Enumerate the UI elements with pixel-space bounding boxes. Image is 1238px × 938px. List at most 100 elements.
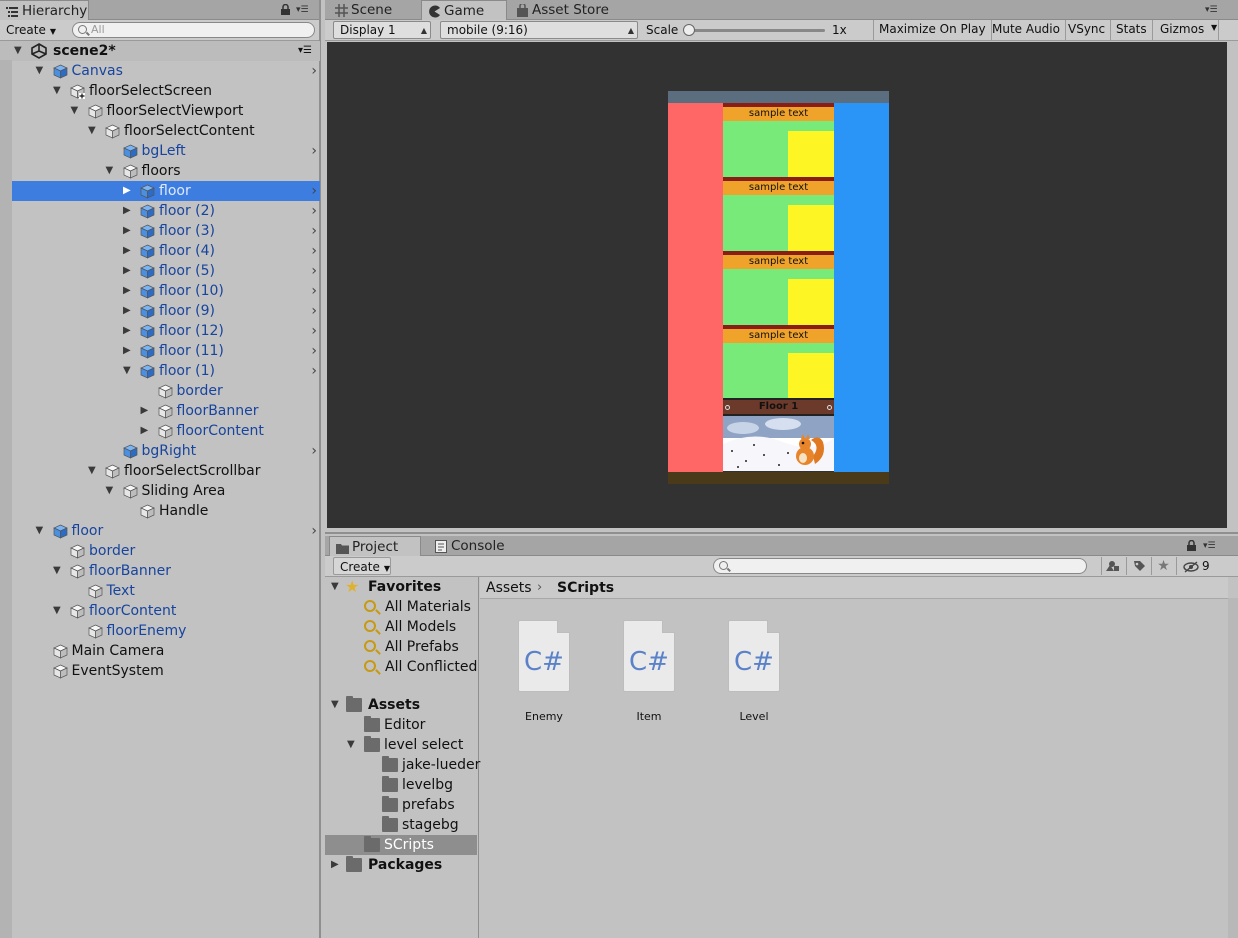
prefab-open-chevron-icon[interactable]: › <box>311 201 317 221</box>
asset-folder-item[interactable]: stagebg <box>325 815 477 835</box>
gizmos-button[interactable]: Gizmos <box>1155 20 1220 40</box>
favorite-item[interactable]: All Conflicted <box>325 657 477 677</box>
hierarchy-item[interactable]: Main Camera <box>0 641 320 661</box>
hierarchy-item[interactable]: ▼ Sliding Area <box>0 481 320 501</box>
tab-console[interactable]: Console <box>429 536 525 556</box>
mute-audio-button[interactable]: Mute Audio <box>987 20 1066 40</box>
hierarchy-item[interactable]: Text <box>0 581 320 601</box>
fold-arrow-icon[interactable]: ▶ <box>141 421 153 441</box>
fold-arrow-icon[interactable]: ▼ <box>14 41 22 61</box>
favorite-item[interactable]: All Prefabs <box>325 637 477 657</box>
project-search-input[interactable] <box>713 558 1087 574</box>
scene-row[interactable]: ▼ scene2* ▾☰ <box>0 41 320 61</box>
prefab-open-chevron-icon[interactable]: › <box>311 521 317 541</box>
packages-header[interactable]: ▶ Packages <box>325 855 477 875</box>
favorites-header[interactable]: ▼ ★ Favorites <box>325 577 477 597</box>
fold-arrow-icon[interactable]: ▼ <box>331 577 339 597</box>
create-button[interactable]: Create ▼ <box>2 21 58 39</box>
hierarchy-item[interactable]: ▶ floorContent <box>0 421 320 441</box>
hierarchy-item[interactable]: ▶ floor (3) › <box>0 221 320 241</box>
hierarchy-item[interactable]: ▼ floorSelectContent <box>0 121 320 141</box>
stats-button[interactable]: Stats <box>1111 20 1153 40</box>
fold-arrow-icon[interactable]: ▼ <box>88 461 100 481</box>
hierarchy-item[interactable]: ▶ floor (12) › <box>0 321 320 341</box>
scene-menu-icon[interactable]: ▾☰ <box>298 41 312 61</box>
display-dropdown[interactable]: Display 1 ▲ <box>333 21 431 39</box>
hierarchy-search-input[interactable]: All <box>72 22 315 38</box>
fold-arrow-icon[interactable]: ▼ <box>53 81 65 101</box>
asset-folder-item[interactable]: levelbg <box>325 775 477 795</box>
hierarchy-item[interactable]: bgRight › <box>0 441 320 461</box>
hierarchy-item[interactable]: ▶ floor (11) › <box>0 341 320 361</box>
fold-arrow-icon[interactable]: ▼ <box>123 361 135 381</box>
script-asset[interactable]: C# Enemy <box>494 620 594 723</box>
prefab-open-chevron-icon[interactable]: › <box>311 221 317 241</box>
fold-arrow-icon[interactable]: ▶ <box>123 221 135 241</box>
hierarchy-item[interactable]: ▼ floors <box>0 161 320 181</box>
fold-arrow-icon[interactable]: ▶ <box>123 301 135 321</box>
hierarchy-item[interactable]: EventSystem <box>0 661 320 681</box>
prefab-open-chevron-icon[interactable]: › <box>311 141 317 161</box>
tab-scene[interactable]: Scene <box>329 0 419 20</box>
filter-by-type-button[interactable] <box>1101 557 1125 575</box>
hierarchy-item[interactable]: ▶ floor (9) › <box>0 301 320 321</box>
script-asset[interactable]: C# Item <box>599 620 699 723</box>
favorites-star-button[interactable]: ★ <box>1151 557 1175 575</box>
prefab-open-chevron-icon[interactable]: › <box>311 181 317 201</box>
fold-arrow-icon[interactable]: ▼ <box>106 481 118 501</box>
fold-arrow-icon[interactable]: ▶ <box>123 201 135 221</box>
fold-arrow-icon[interactable]: ▼ <box>53 561 65 581</box>
hierarchy-item[interactable]: ▼ floorContent <box>0 601 320 621</box>
vsync-button[interactable]: VSync <box>1063 20 1112 40</box>
fold-arrow-icon[interactable]: ▼ <box>53 601 65 621</box>
hierarchy-item[interactable]: ▶ floor (5) › <box>0 261 320 281</box>
hierarchy-item[interactable]: border <box>0 381 320 401</box>
asset-folder-item[interactable]: SCripts <box>325 835 477 855</box>
fold-arrow-icon[interactable]: ▶ <box>123 321 135 341</box>
hierarchy-item[interactable]: ▼ floorBanner <box>0 561 320 581</box>
fold-arrow-icon[interactable]: ▶ <box>123 241 135 261</box>
fold-arrow-icon[interactable]: ▼ <box>347 735 355 755</box>
tab-asset-store[interactable]: Asset Store <box>510 0 630 20</box>
fold-arrow-icon[interactable]: ▼ <box>88 121 100 141</box>
fold-arrow-icon[interactable]: ▼ <box>36 521 48 541</box>
asset-folder-item[interactable]: prefabs <box>325 795 477 815</box>
assets-header[interactable]: ▼ Assets <box>325 695 477 715</box>
prefab-open-chevron-icon[interactable]: › <box>311 361 317 381</box>
hierarchy-item[interactable]: ▶ floor (4) › <box>0 241 320 261</box>
fold-arrow-icon[interactable]: ▼ <box>106 161 118 181</box>
asset-folder-item[interactable]: ▼ level select <box>325 735 477 755</box>
hierarchy-scrollbar[interactable] <box>0 60 12 938</box>
fold-arrow-icon[interactable]: ▶ <box>331 855 339 875</box>
prefab-open-chevron-icon[interactable]: › <box>311 61 317 81</box>
scale-slider-thumb[interactable] <box>683 24 695 36</box>
prefab-open-chevron-icon[interactable]: › <box>311 441 317 461</box>
hierarchy-item[interactable]: ▼ floorSelectScreen <box>0 81 320 101</box>
hierarchy-item[interactable]: border <box>0 541 320 561</box>
fold-arrow-icon[interactable]: ▶ <box>141 401 153 421</box>
lock-icon[interactable] <box>281 3 290 15</box>
project-scrollbar[interactable] <box>1228 598 1238 938</box>
hierarchy-item[interactable]: Handle <box>0 501 320 521</box>
fold-arrow-icon[interactable]: ▶ <box>123 181 135 201</box>
fold-arrow-icon[interactable]: ▼ <box>71 101 83 121</box>
hierarchy-item[interactable]: ▶ floor (10) › <box>0 281 320 301</box>
fold-arrow-icon[interactable]: ▶ <box>123 341 135 361</box>
breadcrumb-assets[interactable]: Assets <box>486 577 532 599</box>
prefab-open-chevron-icon[interactable]: › <box>311 261 317 281</box>
lock-icon[interactable] <box>1187 539 1196 551</box>
hierarchy-item[interactable]: ▼ Canvas › <box>0 61 320 81</box>
fold-arrow-icon[interactable]: ▶ <box>123 261 135 281</box>
panel-menu-icon[interactable]: ▾☰ <box>296 5 309 15</box>
tab-hierarchy[interactable]: Hierarchy <box>0 0 89 21</box>
prefab-open-chevron-icon[interactable]: › <box>311 341 317 361</box>
script-asset[interactable]: C# Level <box>704 620 804 723</box>
hierarchy-item[interactable]: floorEnemy <box>0 621 320 641</box>
prefab-open-chevron-icon[interactable]: › <box>311 241 317 261</box>
prefab-open-chevron-icon[interactable]: › <box>311 321 317 341</box>
maximize-on-play-button[interactable]: Maximize On Play <box>874 20 992 40</box>
hierarchy-item[interactable]: ▶ floorBanner <box>0 401 320 421</box>
hierarchy-item[interactable]: ▼ floorSelectViewport <box>0 101 320 121</box>
hierarchy-item[interactable]: bgLeft › <box>0 141 320 161</box>
favorite-item[interactable]: All Materials <box>325 597 477 617</box>
